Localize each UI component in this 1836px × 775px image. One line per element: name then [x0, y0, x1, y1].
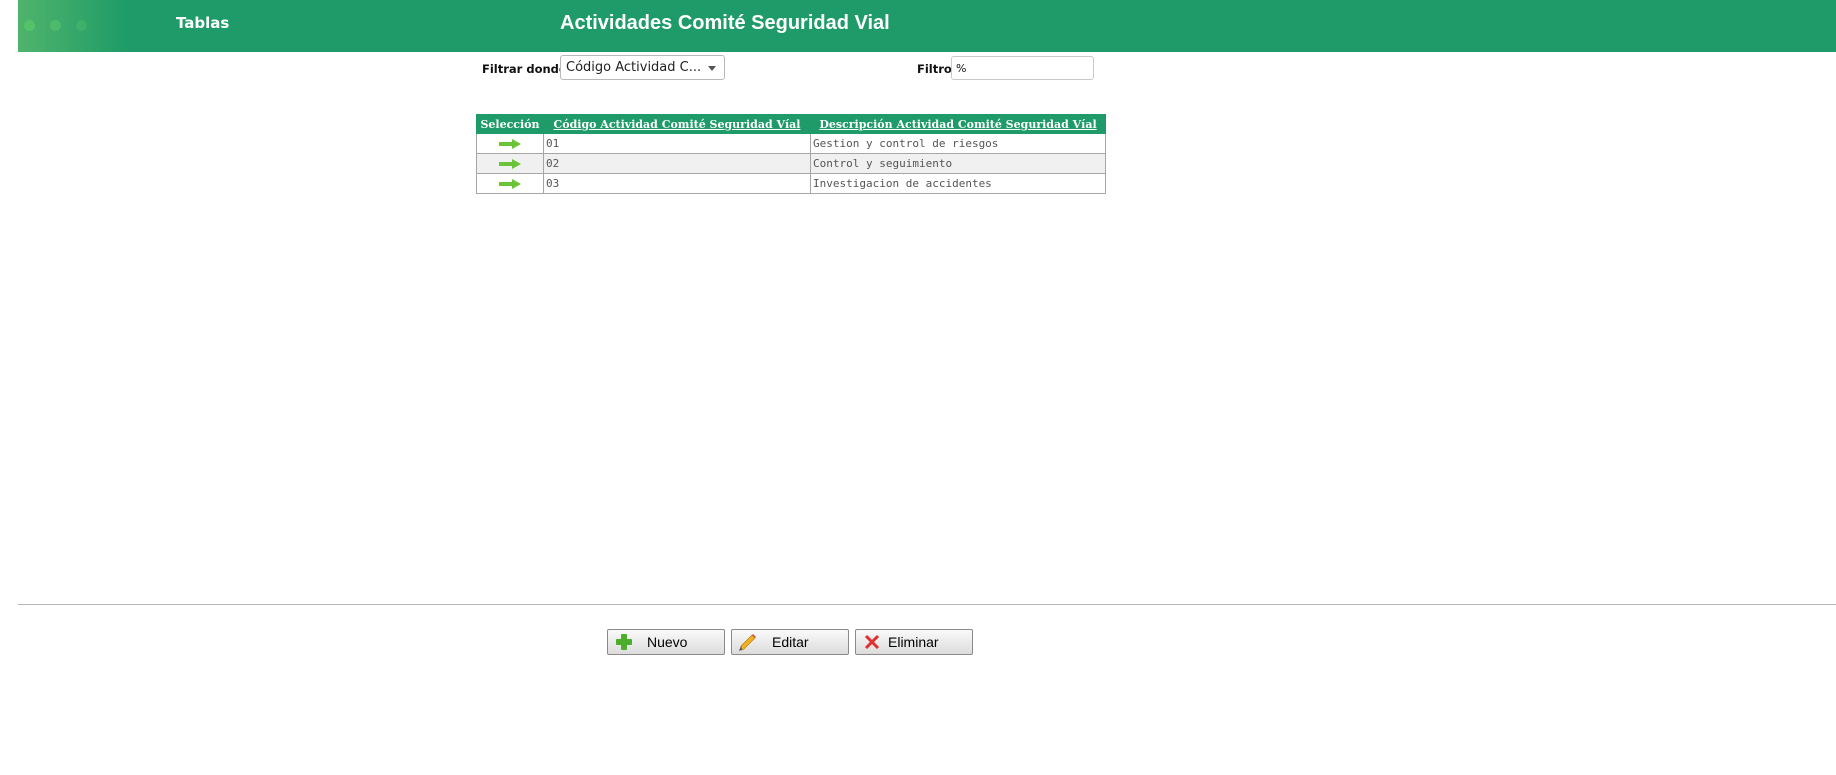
app-header: Tablas Actividades Comité Seguridad Vial	[18, 0, 1836, 52]
code-cell: 01	[543, 133, 811, 154]
activities-table: Selección Código Actividad Comité Seguri…	[476, 114, 1106, 194]
code-cell: 03	[543, 173, 811, 194]
filter-field-label: Filtrar donde	[482, 62, 567, 76]
window-dot-icon[interactable]	[76, 20, 87, 31]
window-dot-icon[interactable]	[50, 20, 61, 31]
delete-button-label: Eliminar	[888, 634, 939, 650]
new-button-label: Nuevo	[647, 634, 688, 650]
selection-cell[interactable]	[476, 133, 544, 154]
table-row: 03 Investigacion de accidentes	[476, 173, 1106, 194]
filter-field-select[interactable]: Código Actividad C...	[560, 55, 725, 80]
table-row: 02 Control y seguimiento	[476, 153, 1106, 174]
table-header-row: Selección Código Actividad Comité Seguri…	[476, 114, 1106, 134]
window-dot-icon[interactable]	[24, 20, 35, 31]
column-header-descripcion[interactable]: Descripción Actividad Comité Seguridad V…	[810, 114, 1106, 134]
arrow-right-icon[interactable]	[499, 179, 521, 189]
table-row: 01 Gestion y control de riesgos	[476, 133, 1106, 154]
description-cell: Control y seguimiento	[810, 153, 1106, 174]
selection-cell[interactable]	[476, 173, 544, 194]
page-title: Actividades Comité Seguridad Vial	[560, 12, 890, 34]
arrow-right-icon[interactable]	[499, 159, 521, 169]
window-controls	[18, 0, 128, 52]
plus-icon	[616, 634, 632, 650]
x-icon	[864, 634, 880, 650]
tab-tablas[interactable]: Tablas	[176, 14, 229, 32]
edit-button-label: Editar	[772, 634, 809, 650]
filter-text-input[interactable]	[951, 56, 1094, 80]
pencil-icon	[739, 634, 756, 651]
footer-divider	[18, 604, 1836, 605]
column-header-codigo[interactable]: Código Actividad Comité Seguridad Víal	[543, 114, 811, 134]
chevron-down-icon	[708, 66, 716, 71]
code-cell: 02	[543, 153, 811, 174]
description-cell: Gestion y control de riesgos	[810, 133, 1106, 154]
filter-text-label: Filtro	[917, 62, 952, 76]
column-header-seleccion: Selección	[476, 114, 544, 134]
arrow-right-icon[interactable]	[499, 139, 521, 149]
edit-button[interactable]: Editar	[731, 629, 849, 655]
filter-field-value: Código Actividad C...	[566, 60, 702, 75]
description-cell: Investigacion de accidentes	[810, 173, 1106, 194]
selection-cell[interactable]	[476, 153, 544, 174]
delete-button[interactable]: Eliminar	[855, 629, 973, 655]
new-button[interactable]: Nuevo	[607, 629, 725, 655]
